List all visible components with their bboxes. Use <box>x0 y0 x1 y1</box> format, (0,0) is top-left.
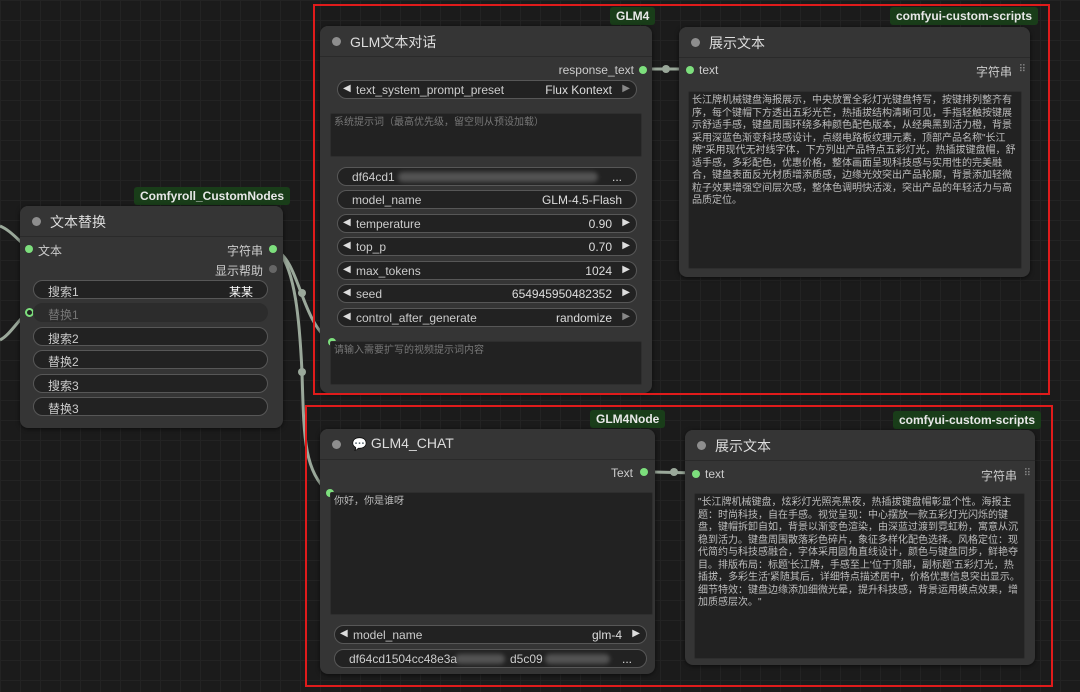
collapse-dot[interactable] <box>332 440 341 449</box>
widget-replace3[interactable]: 替换3 <box>33 397 268 416</box>
arrow-right-icon[interactable]: ▶ <box>622 83 630 94</box>
node-title: 展示文本 <box>715 438 771 454</box>
group-badge-custom-scripts-1: comfyui-custom-scripts <box>890 7 1039 25</box>
glm4-chat-node[interactable]: 💬 GLM4_CHAT Text 你好，你是谁呀 ◀ model_name gl… <box>320 429 655 674</box>
api-key-field[interactable]: df64cd1504cc48e3a d5c09 ... <box>334 649 647 668</box>
arrow-right-icon[interactable]: ▶ <box>622 217 630 228</box>
input-label-text: text <box>705 467 725 481</box>
output-label-string: 字符串 <box>226 244 263 258</box>
arrow-left-icon[interactable]: ◀ <box>343 83 351 94</box>
redacted-blur <box>455 654 505 664</box>
group-badge-comfyroll: Comfyroll_CustomNodes <box>134 187 291 205</box>
prompt-textarea[interactable]: 你好，你是谁呀 <box>330 492 653 615</box>
output-slot-response-text[interactable] <box>639 66 647 74</box>
glm4-text-chat-node[interactable]: GLM文本对话 response_text ◀ text_system_prom… <box>320 26 652 393</box>
text-replace-node[interactable]: 文本替换 文本 字符串 显示帮助 搜索1 某某 替换1 搜索2 替换2 搜索3 … <box>20 206 283 428</box>
group-badge-glm4node: GLM4Node <box>590 410 666 428</box>
arrow-right-icon[interactable]: ▶ <box>622 311 630 322</box>
collapse-dot[interactable] <box>332 37 341 46</box>
arrow-right-icon[interactable]: ▶ <box>622 287 630 298</box>
grip-icon[interactable]: ⠿ <box>1019 64 1026 75</box>
input-slot-text[interactable] <box>692 470 700 478</box>
speech-bubble-icon: 💬 <box>352 437 367 451</box>
group-badge-custom-scripts-2: comfyui-custom-scripts <box>893 411 1042 429</box>
arrow-right-icon[interactable]: ▶ <box>632 628 640 639</box>
link-midpoint-dot <box>298 289 306 297</box>
top-p-stepper[interactable]: ◀ top_p 0.70 ▶ <box>337 237 637 256</box>
temperature-stepper[interactable]: ◀ temperature 0.90 ▶ <box>337 214 637 233</box>
node-title: GLM文本对话 <box>350 34 437 50</box>
show-text-content[interactable]: "长江牌机械键盘，炫彩灯光照亮黑夜，热插拔键盘帽彰显个性。海报主题：时尚科技，自… <box>694 493 1025 659</box>
arrow-left-icon[interactable]: ◀ <box>343 217 351 228</box>
widget-replace2[interactable]: 替换2 <box>33 350 268 369</box>
input-label-text: text <box>699 63 719 77</box>
input-slot-text[interactable] <box>25 245 33 253</box>
show-text-node-1[interactable]: 展示文本 text 字符串 ⠿ 长江牌机械键盘海报展示，中央放置全彩灯光键盘特写… <box>679 27 1030 277</box>
input-slot-text[interactable] <box>686 66 694 74</box>
node-title: 💬 GLM4_CHAT <box>352 435 454 451</box>
node-title-bar[interactable]: 展示文本 <box>685 430 1035 461</box>
model-name-field[interactable]: model_name GLM-4.5-Flash <box>337 190 637 209</box>
show-text-node-2[interactable]: 展示文本 text 字符串 ⠿ "长江牌机械键盘，炫彩灯光照亮黑夜，热插拔键盘帽… <box>685 430 1035 665</box>
collapse-dot[interactable] <box>32 217 41 226</box>
grip-icon[interactable]: ⠿ <box>1024 468 1031 479</box>
redacted-blur <box>398 172 598 182</box>
model-name-dropdown[interactable]: ◀ model_name glm-4 ▶ <box>334 625 647 644</box>
user-prompt-textarea[interactable]: 请输入需要扩写的视频提示词内容 <box>330 341 642 385</box>
node-title: 文本替换 <box>50 214 106 230</box>
output-slot-help[interactable] <box>269 265 277 273</box>
show-text-content[interactable]: 长江牌机械键盘海报展示，中央放置全彩灯光键盘特写，按键排列整齐有序，每个键帽下方… <box>688 91 1022 269</box>
output-label-string: 字符串 <box>975 65 1012 79</box>
group-badge-glm4: GLM4 <box>610 7 656 25</box>
input-label-text: 文本 <box>38 244 63 258</box>
widget-search3[interactable]: 搜索3 <box>33 374 268 393</box>
arrow-right-icon[interactable]: ▶ <box>622 264 630 275</box>
output-label-help: 显示帮助 <box>214 264 263 278</box>
collapse-dot[interactable] <box>697 441 706 450</box>
output-label-string: 字符串 <box>980 469 1017 483</box>
output-slot-string[interactable] <box>269 245 277 253</box>
link-reroute-dot <box>298 368 306 376</box>
widget-search1[interactable]: 搜索1 某某 <box>33 280 268 299</box>
widget-replace1[interactable]: 替换1 <box>33 303 268 322</box>
seed-stepper[interactable]: ◀ seed 654945950482352 ▶ <box>337 284 637 303</box>
node-title: 展示文本 <box>709 35 765 51</box>
output-label-response-text: response_text <box>558 63 634 77</box>
node-title-label: GLM4_CHAT <box>370 435 454 451</box>
redacted-blur <box>545 654 610 664</box>
widget-search2[interactable]: 搜索2 <box>33 327 268 346</box>
node-title-bar[interactable]: GLM文本对话 <box>320 26 652 57</box>
arrow-left-icon[interactable]: ◀ <box>343 287 351 298</box>
arrow-right-icon[interactable]: ▶ <box>622 240 630 251</box>
control-after-generate-dropdown[interactable]: ◀ control_after_generate randomize ▶ <box>337 308 637 327</box>
arrow-left-icon[interactable]: ◀ <box>340 628 348 639</box>
node-title-bar[interactable]: 展示文本 <box>679 27 1030 58</box>
arrow-left-icon[interactable]: ◀ <box>343 240 351 251</box>
node-title-bar[interactable]: 💬 GLM4_CHAT <box>320 429 655 460</box>
system-prompt-textarea[interactable]: 系统提示词（最高优先级，留空则从预设加载） <box>330 113 642 157</box>
arrow-left-icon[interactable]: ◀ <box>343 311 351 322</box>
api-key-field[interactable]: df64cd1 ... <box>337 167 637 186</box>
output-slot-text[interactable] <box>640 468 648 476</box>
arrow-left-icon[interactable]: ◀ <box>343 264 351 275</box>
collapse-dot[interactable] <box>691 38 700 47</box>
preset-dropdown[interactable]: ◀ text_system_prompt_preset Flux Kontext… <box>337 80 637 99</box>
node-title-bar[interactable]: 文本替换 <box>20 206 283 237</box>
max-tokens-stepper[interactable]: ◀ max_tokens 1024 ▶ <box>337 261 637 280</box>
output-label-text: Text <box>610 466 633 480</box>
